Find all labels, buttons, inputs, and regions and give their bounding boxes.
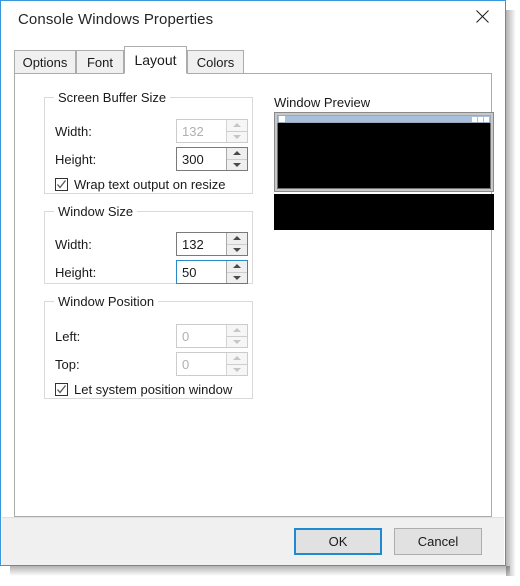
console-properties-dialog: Console Windows Properties Screen Buffer… — [0, 0, 506, 566]
spinner-up-button[interactable] — [227, 120, 247, 132]
group-label-window-size: Window Size — [54, 204, 138, 219]
tab-options-label: Options — [22, 54, 68, 70]
cancel-button-label: Cancel — [417, 534, 459, 549]
spinner-down-button[interactable] — [227, 364, 247, 375]
input-window-height-value: 50 — [177, 261, 226, 283]
chevron-up-icon — [233, 356, 241, 361]
checkbox-box — [55, 178, 68, 191]
label-position-top: Top: — [55, 357, 80, 372]
input-window-height[interactable]: 50 — [176, 260, 248, 284]
checkbox-wrap-text-output-label: Wrap text output on resize — [74, 177, 226, 192]
label-buffer-height: Height: — [55, 152, 97, 167]
checkmark-icon — [57, 180, 67, 189]
title-bar: Console Windows Properties — [1, 1, 505, 41]
cancel-button[interactable]: Cancel — [394, 528, 482, 555]
checkbox-let-system-position-window-label: Let system position window — [74, 382, 233, 397]
checkbox-box — [55, 383, 68, 396]
spinner-position-top — [226, 353, 247, 375]
preview-client-area — [277, 123, 491, 189]
chevron-up-icon — [233, 264, 241, 269]
tab-options[interactable]: Options — [14, 50, 76, 74]
input-position-left-value: 0 — [177, 325, 226, 347]
label-window-height: Height: — [55, 265, 97, 280]
spinner-down-button[interactable] — [227, 272, 247, 283]
checkbox-let-system-position-window[interactable]: Let system position window — [55, 382, 232, 397]
spinner-up-button[interactable] — [227, 233, 247, 245]
spinner-buffer-width — [226, 120, 247, 142]
tab-strip: Options Font Layout Colors — [14, 46, 492, 74]
spinner-up-button[interactable] — [227, 353, 247, 365]
chevron-down-icon — [233, 339, 241, 344]
group-window-position: Window Position Left: 0 Top: 0 Let syste… — [44, 294, 253, 399]
tab-font-label: Font — [86, 54, 113, 70]
window-title: Console Windows Properties — [18, 11, 214, 28]
spinner-position-left — [226, 325, 247, 347]
chevron-down-icon — [233, 367, 241, 372]
input-window-width-value: 132 — [177, 233, 226, 255]
preview-maximize-icon — [478, 117, 483, 122]
tab-layout[interactable]: Layout — [124, 46, 187, 74]
chevron-up-icon — [233, 328, 241, 333]
group-label-screen-buffer-size: Screen Buffer Size — [54, 90, 171, 105]
window-shadow-bottom — [10, 566, 510, 576]
input-position-top-value: 0 — [177, 353, 226, 375]
input-window-width[interactable]: 132 — [176, 232, 248, 256]
preview-mini-window — [274, 112, 494, 192]
chevron-down-icon — [233, 247, 241, 252]
preview-caption-buttons — [472, 117, 489, 122]
group-window-size: Window Size Width: 132 Height: 50 — [44, 204, 253, 284]
spinner-down-button[interactable] — [227, 244, 247, 255]
preview-title: Window Preview — [274, 95, 371, 110]
tab-page-layout: Screen Buffer Size Width: 132 Height: 30… — [14, 73, 494, 517]
ok-button[interactable]: OK — [294, 528, 382, 555]
input-position-left[interactable]: 0 — [176, 324, 248, 348]
input-buffer-height-value: 300 — [177, 148, 226, 170]
chevron-down-icon — [233, 162, 241, 167]
spinner-up-button[interactable] — [227, 325, 247, 337]
preview-minimize-icon — [472, 117, 477, 122]
dialog-footer: OK Cancel — [2, 517, 504, 565]
spinner-up-button[interactable] — [227, 261, 247, 273]
input-buffer-width-value: 132 — [177, 120, 226, 142]
label-buffer-width: Width: — [55, 124, 92, 139]
tab-layout-label: Layout — [134, 52, 177, 68]
tab-font[interactable]: Font — [76, 50, 124, 74]
window-shadow-right — [506, 10, 516, 576]
input-buffer-height[interactable]: 300 — [176, 147, 248, 171]
spinner-window-height — [226, 261, 247, 283]
close-icon — [475, 10, 489, 23]
window-preview — [274, 112, 494, 230]
input-position-top[interactable]: 0 — [176, 352, 248, 376]
spinner-up-button[interactable] — [227, 148, 247, 160]
checkbox-wrap-text-output[interactable]: Wrap text output on resize — [55, 177, 226, 192]
group-screen-buffer-size: Screen Buffer Size Width: 132 Height: 30… — [44, 90, 253, 194]
chevron-up-icon — [233, 151, 241, 156]
chevron-up-icon — [233, 236, 241, 241]
spinner-buffer-height — [226, 148, 247, 170]
tab-colors-label: Colors — [196, 54, 235, 70]
input-buffer-width[interactable]: 132 — [176, 119, 248, 143]
chevron-down-icon — [233, 134, 241, 139]
ok-button-label: OK — [328, 534, 348, 549]
spinner-down-button[interactable] — [227, 131, 247, 142]
preview-mini-titlebar — [277, 115, 491, 123]
close-button[interactable] — [459, 1, 505, 32]
label-position-left: Left: — [55, 329, 81, 344]
spinner-window-width — [226, 233, 247, 255]
chevron-up-icon — [233, 123, 241, 128]
preview-close-icon — [484, 117, 489, 122]
spinner-down-button[interactable] — [227, 336, 247, 347]
preview-system-menu-icon — [279, 116, 285, 122]
preview-buffer-area — [274, 194, 494, 230]
checkmark-icon — [57, 385, 67, 394]
chevron-down-icon — [233, 275, 241, 280]
label-window-width: Width: — [55, 237, 92, 252]
group-label-window-position: Window Position — [54, 294, 159, 309]
spinner-down-button[interactable] — [227, 159, 247, 170]
tab-colors[interactable]: Colors — [187, 50, 244, 74]
